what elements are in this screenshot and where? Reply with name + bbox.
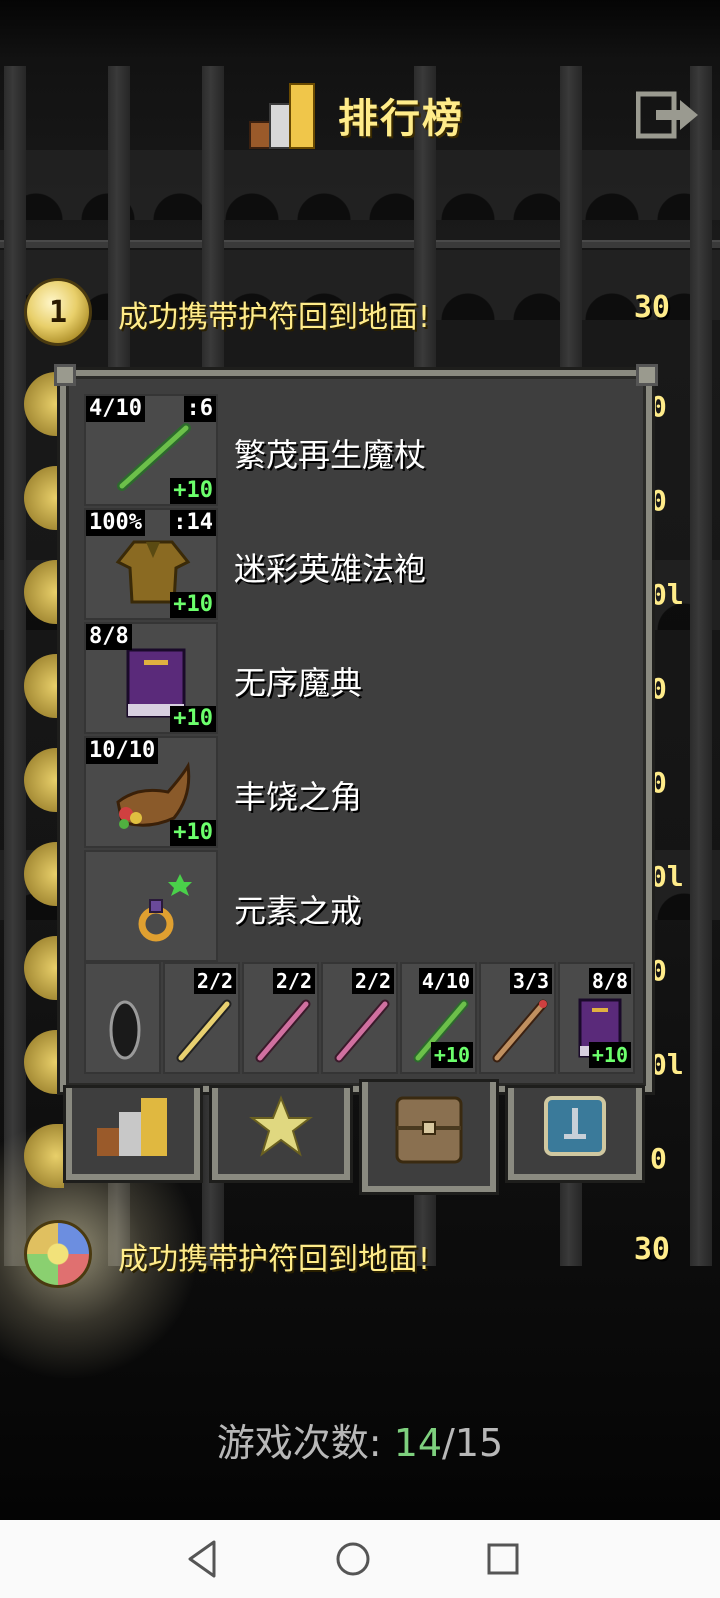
ring-icon: [138, 874, 192, 942]
rank-medal: 1: [24, 278, 92, 346]
gold-wand-icon: [176, 999, 232, 1063]
ranking-description: 成功携带护符回到地面!: [118, 1242, 431, 1277]
quickslot[interactable]: 8/8 +10: [558, 962, 635, 1074]
item-name: 繁茂再生魔杖: [234, 436, 427, 474]
durability-tag: 100%: [86, 510, 145, 536]
tab-rankings[interactable]: [66, 1088, 200, 1180]
header: 排行榜: [0, 70, 720, 160]
turns-tag: :6: [183, 396, 216, 422]
quickslot[interactable]: 2/2: [242, 962, 319, 1074]
item-name: 迷彩英雄法袍: [234, 550, 427, 588]
games-played-counter: 游戏次数: 14/15: [0, 1412, 720, 1467]
upgrade-tag: +10: [588, 1042, 631, 1068]
trophy-bars-icon: [249, 83, 315, 149]
games-current: 14: [393, 1421, 443, 1465]
item-name: 无序魔典: [234, 664, 363, 702]
hidden-score: 0: [650, 672, 667, 705]
item-slot[interactable]: 10/10 +10: [84, 736, 218, 848]
ranking-row-current[interactable]: 成功携带护符回到地面! 30: [0, 1212, 720, 1302]
nav-back-icon[interactable]: [178, 1534, 228, 1584]
hidden-score: 0: [650, 484, 667, 517]
hidden-score: 0: [650, 1142, 667, 1175]
item-name: 丰饶之角: [234, 778, 363, 816]
item-row[interactable]: 100% :14 +10 迷彩英雄法袍: [84, 508, 640, 620]
charge-tag: 4/10: [86, 396, 145, 422]
amulet-medal-icon: [24, 1220, 92, 1288]
panel-corner: [54, 364, 76, 386]
ranking-row-1[interactable]: 1 成功携带护符回到地面! 30: [0, 270, 720, 360]
pink-wand-icon: [255, 999, 311, 1063]
item-row[interactable]: 8/8 +10 无序魔典: [84, 622, 640, 734]
hidden-score: 0l: [650, 860, 684, 893]
charge-tag: 8/8: [588, 968, 631, 994]
games-label: 游戏次数:: [216, 1421, 382, 1465]
upgrade-tag: +10: [170, 820, 216, 846]
charge-tag: 2/2: [272, 968, 315, 994]
upgrade-tag: +10: [170, 478, 216, 504]
quickslot-bar: 2/2 2/2 2/2 4/10 +10 3/3 8/8 +10: [84, 962, 640, 1074]
pillar: [4, 66, 26, 1266]
panel-corner: [636, 364, 658, 386]
tab-badges[interactable]: [212, 1088, 350, 1180]
ranking-description: 成功携带护符回到地面!: [118, 300, 431, 335]
quickslot[interactable]: 2/2: [321, 962, 398, 1074]
item-row[interactable]: 10/10 +10 丰饶之角: [84, 736, 640, 848]
games-total: 15: [454, 1421, 504, 1465]
turns-tag: :14: [170, 510, 216, 536]
hidden-score: 0: [650, 390, 667, 423]
pillar: [690, 66, 712, 1266]
upgrade-tag: +10: [170, 592, 216, 618]
backpack-icon: [395, 1096, 463, 1164]
brown-wand-icon: [492, 999, 548, 1063]
quickslot[interactable]: 4/10 +10: [400, 962, 477, 1074]
quickslot[interactable]: 2/2: [163, 962, 240, 1074]
hidden-score: 0: [650, 766, 667, 799]
ranking-score: 30: [633, 1232, 670, 1267]
tab-inventory[interactable]: [362, 1082, 496, 1192]
charge-tag: 2/2: [351, 968, 394, 994]
inventory-panel: 4/10 :6 +10 繁茂再生魔杖 100% :14 +10 迷彩英雄法袍 8…: [54, 364, 658, 1092]
item-slot[interactable]: 4/10 :6 +10: [84, 394, 218, 506]
shield-icon: [544, 1096, 606, 1156]
charge-tag: 10/10: [86, 738, 159, 764]
item-slot[interactable]: [84, 850, 218, 962]
trophy-bars-icon: [97, 1098, 167, 1156]
item-slot[interactable]: 8/8 +10: [84, 622, 218, 734]
item-slot[interactable]: 100% :14 +10: [84, 508, 218, 620]
page-title: 排行榜: [338, 96, 464, 142]
charge-tag: 3/3: [509, 968, 552, 994]
charge-tag: 8/8: [86, 624, 132, 650]
star-icon: [249, 1095, 313, 1157]
quickslot[interactable]: 3/3: [479, 962, 556, 1074]
charge-tag: 2/2: [193, 968, 236, 994]
item-name: 元素之戒: [234, 892, 363, 930]
games-separator: /: [442, 1421, 455, 1465]
item-row[interactable]: 元素之戒: [84, 850, 640, 962]
nav-home-icon[interactable]: [328, 1534, 378, 1584]
tab-hero[interactable]: [508, 1088, 642, 1180]
dark-stone-icon: [109, 1000, 141, 1060]
charge-tag: 4/10: [418, 968, 473, 994]
hidden-score: 0l: [650, 1048, 684, 1081]
hidden-score: 0l: [650, 578, 684, 611]
upgrade-tag: +10: [430, 1042, 473, 1068]
pink-wand-icon: [334, 999, 390, 1063]
item-row[interactable]: 4/10 :6 +10 繁茂再生魔杖: [84, 394, 640, 506]
hidden-score: 0: [650, 954, 667, 987]
nav-recents-icon[interactable]: [478, 1534, 528, 1584]
quickslot[interactable]: [84, 962, 161, 1074]
system-nav-bar: [0, 1520, 720, 1598]
exit-icon[interactable]: [636, 90, 700, 140]
ranking-score: 30: [633, 290, 670, 325]
upgrade-tag: +10: [170, 706, 216, 732]
